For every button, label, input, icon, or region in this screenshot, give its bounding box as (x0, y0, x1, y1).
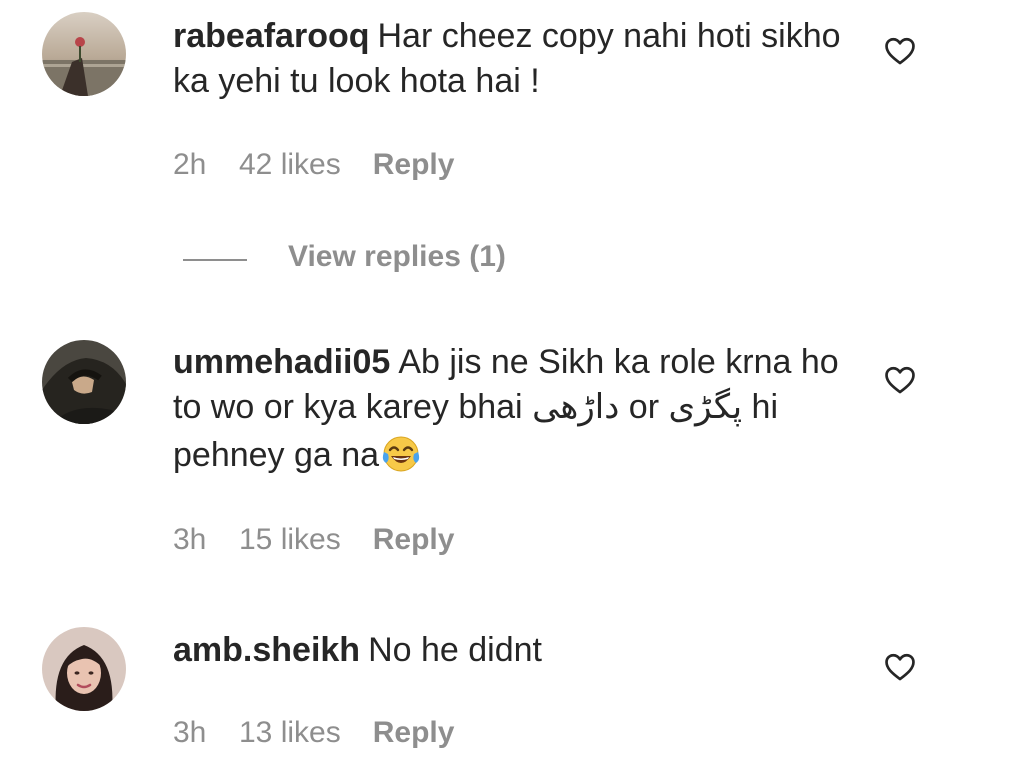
comment-text-urdu: پگڑی (668, 388, 743, 426)
comment-time: 3h (173, 523, 207, 556)
comment-username[interactable]: ummehadii05 (173, 343, 390, 381)
avatar[interactable] (42, 627, 126, 711)
avatar-image (42, 12, 126, 96)
comment-body: ummehadii05 Ab jis ne Sikh ka role krna h… (173, 340, 853, 478)
reply-button[interactable]: Reply (373, 716, 455, 750)
comment-text-urdu: داڑھی (532, 388, 620, 426)
comment-meta: 3h 15 likes Reply (173, 523, 454, 557)
reply-button[interactable]: Reply (373, 148, 455, 182)
comment-body: amb.sheikh No he didnt (173, 628, 853, 673)
comment-username[interactable]: rabeafarooq (173, 17, 370, 55)
comment-text: or (619, 388, 669, 426)
like-button[interactable] (883, 34, 917, 68)
comment-meta: 2h 42 likes Reply (173, 148, 454, 182)
view-replies-label[interactable]: View replies (1) (288, 240, 506, 274)
heart-outline-icon (885, 37, 915, 65)
comment-username[interactable]: amb.sheikh (173, 631, 360, 669)
avatar-image (42, 627, 126, 711)
view-replies-divider (183, 259, 247, 261)
avatar-image (42, 340, 126, 424)
comment-text: No he didnt (368, 631, 542, 669)
like-button[interactable] (883, 363, 917, 397)
heart-outline-icon (885, 366, 915, 394)
comment-likes[interactable]: 13 likes (239, 716, 341, 750)
comment-likes[interactable]: 15 likes (239, 523, 341, 557)
comment-time: 3h (173, 716, 207, 749)
comment-body: rabeafarooq Har cheez copy nahi hoti sikh… (173, 14, 853, 104)
avatar[interactable] (42, 12, 126, 96)
like-button[interactable] (883, 650, 917, 684)
avatar[interactable] (42, 340, 126, 424)
tears-of-joy-emoji (379, 430, 423, 474)
heart-outline-icon (885, 653, 915, 681)
reply-button[interactable]: Reply (373, 523, 455, 557)
comment-meta: 3h 13 likes Reply (173, 716, 454, 750)
comment-time: 2h (173, 148, 207, 181)
comment-likes[interactable]: 42 likes (239, 148, 341, 182)
